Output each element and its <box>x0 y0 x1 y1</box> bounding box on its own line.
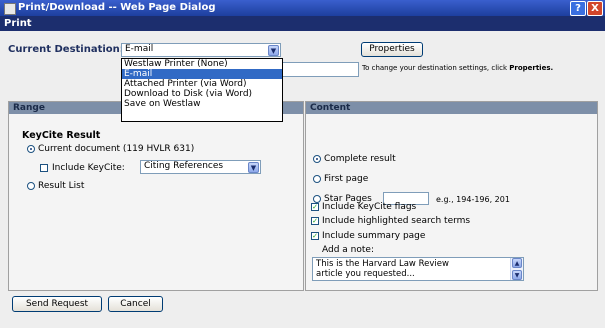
section-bar: Print <box>0 16 605 31</box>
summary-page-label: Include summary page <box>322 231 426 241</box>
chevron-down-icon[interactable]: ▼ <box>268 45 279 56</box>
keycite-result-title: KeyCite Result <box>22 130 101 141</box>
complete-result-label: Complete result <box>324 154 396 164</box>
first-page-label: First page <box>324 174 369 184</box>
destination-select[interactable]: E-mail ▼ <box>121 43 281 57</box>
dropdown-option-westlaw-printer[interactable]: Westlaw Printer (None) <box>122 59 282 69</box>
document-icon <box>4 3 16 15</box>
include-keycite-checkbox[interactable] <box>40 164 48 172</box>
complete-result-radio[interactable] <box>313 155 321 163</box>
first-page-radio[interactable] <box>313 175 321 183</box>
scroll-down-icon[interactable]: ▼ <box>512 270 522 280</box>
dropdown-option-save-on-westlaw[interactable]: Save on Westlaw <box>122 99 282 109</box>
keycite-flags-label: Include KeyCite flags <box>322 202 417 212</box>
current-document-radio[interactable] <box>27 145 35 153</box>
summary-page-checkbox[interactable]: ✓ <box>311 232 319 240</box>
title-bar: Print/Download -- Web Page Dialog ? X <box>0 0 605 16</box>
keycite-select-value: Citing References <box>144 161 224 171</box>
chevron-down-icon[interactable]: ▼ <box>248 162 259 173</box>
hint-emphasis: Properties. <box>509 64 554 72</box>
result-list-radio[interactable] <box>27 182 35 190</box>
close-icon[interactable]: X <box>587 1 603 16</box>
help-icon[interactable]: ? <box>570 1 586 16</box>
note-line-2: article you requested... <box>316 269 415 279</box>
keycite-flags-checkbox[interactable]: ✓ <box>311 203 319 211</box>
destination-dropdown-list: Westlaw Printer (None) E-mail Attached P… <box>121 58 283 122</box>
dropdown-option-email[interactable]: E-mail <box>122 69 282 79</box>
email-address-field[interactable] <box>282 62 359 77</box>
note-textarea[interactable]: This is the Harvard Law Review article y… <box>312 257 524 281</box>
current-document-label: Current document (119 HVLR 631) <box>38 144 195 154</box>
result-list-label: Result List <box>38 181 85 191</box>
note-line-1: This is the Harvard Law Review <box>316 259 449 269</box>
hint-text: To change your destination settings, cli… <box>362 64 510 72</box>
destination-label: Current Destination: <box>8 44 124 55</box>
highlighted-terms-checkbox[interactable]: ✓ <box>311 217 319 225</box>
dropdown-option-attached-printer[interactable]: Attached Printer (via Word) <box>122 79 282 89</box>
destination-selected-value: E-mail <box>125 44 154 54</box>
cancel-button[interactable]: Cancel <box>108 296 163 312</box>
keycite-select[interactable]: Citing References ▼ <box>140 160 261 174</box>
scroll-up-icon[interactable]: ▲ <box>512 258 522 268</box>
star-pages-example: e.g., 194-196, 201 <box>436 195 510 204</box>
destination-hint: To change your destination settings, cli… <box>362 64 553 72</box>
properties-button[interactable]: Properties <box>361 42 423 57</box>
note-scrollbar[interactable]: ▲ ▼ <box>510 258 523 280</box>
add-note-label: Add a note: <box>322 245 374 255</box>
send-request-button[interactable]: Send Request <box>12 296 102 312</box>
include-keycite-label: Include KeyCite: <box>52 163 125 173</box>
window-title: Print/Download -- Web Page Dialog <box>18 2 216 13</box>
section-title: Print <box>4 18 32 29</box>
content-header: Content <box>306 102 597 114</box>
highlighted-terms-label: Include highlighted search terms <box>322 216 471 226</box>
dropdown-option-download-to-disk[interactable]: Download to Disk (via Word) <box>122 89 282 99</box>
star-pages-radio[interactable] <box>313 195 321 203</box>
